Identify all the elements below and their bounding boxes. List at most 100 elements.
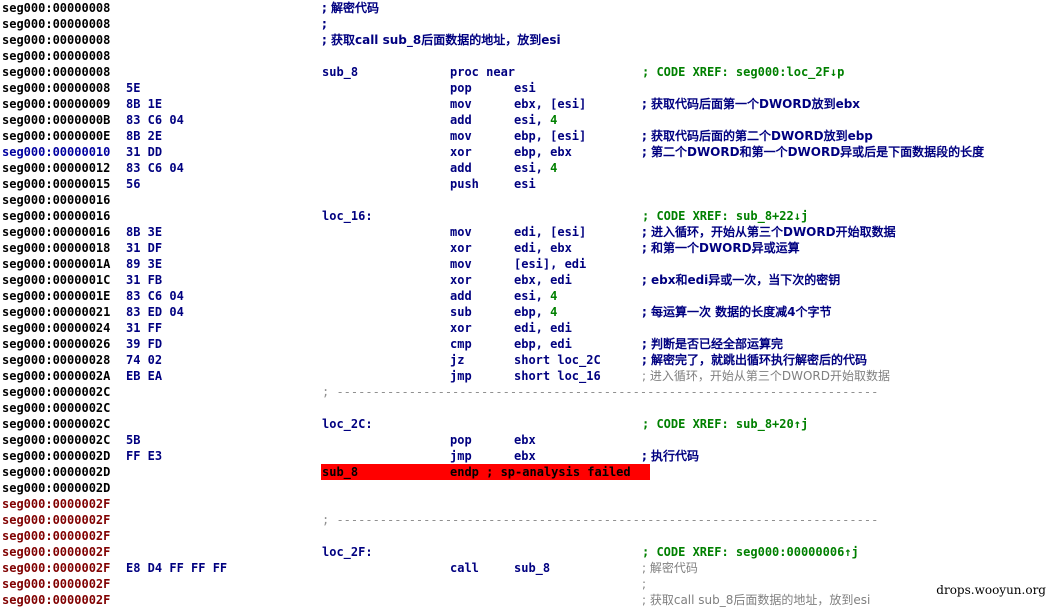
listing-line[interactable]: seg000:00000024 31 FF xor edi, edi — [0, 320, 1050, 336]
line-address[interactable]: seg000:0000002F — [2, 560, 110, 576]
mnemonic[interactable]: pop — [450, 80, 472, 96]
operands[interactable]: esi, 4 — [514, 160, 557, 176]
operands[interactable]: ebx — [514, 432, 536, 448]
code-label[interactable]: loc_2F: — [322, 544, 373, 560]
line-address[interactable]: seg000:00000028 — [2, 352, 110, 368]
listing-line[interactable]: seg000:0000002F; — [0, 576, 1050, 592]
listing-line[interactable]: seg000:00000015 56 push esi — [0, 176, 1050, 192]
listing-line[interactable]: seg000:0000002D sub_8 endp ; sp-analysis f… — [0, 464, 1050, 480]
listing-line[interactable]: seg000:0000002C loc_2C: ; CODE XREF: sub_8… — [0, 416, 1050, 432]
operands[interactable]: ebp, edi — [514, 336, 572, 352]
listing-line[interactable]: seg000:0000002F E8 D4 FF FF FF call sub_8 ; … — [0, 560, 1050, 576]
line-address[interactable]: seg000:0000000B — [2, 112, 110, 128]
line-address[interactable]: seg000:00000016 — [2, 208, 110, 224]
operands[interactable]: ebx, [esi] — [514, 96, 586, 112]
code-label[interactable]: sub_8 — [322, 64, 358, 80]
line-address[interactable]: seg000:00000016 — [2, 224, 110, 240]
operands[interactable]: esi — [514, 80, 536, 96]
operands[interactable]: esi — [514, 176, 536, 192]
line-address[interactable]: seg000:0000002C — [2, 416, 110, 432]
mnemonic[interactable]: xor — [450, 320, 472, 336]
line-address[interactable]: seg000:0000002D — [2, 464, 110, 480]
listing-line[interactable]: seg000:0000002F ; -----------------------… — [0, 512, 1050, 528]
mnemonic[interactable]: endp ; sp-analysis failed — [450, 464, 631, 480]
code-label[interactable]: loc_2C: — [322, 416, 373, 432]
listing-line[interactable]: seg000:0000002C 5B pop ebx — [0, 432, 1050, 448]
mnemonic[interactable]: sub — [450, 304, 472, 320]
mnemonic[interactable]: xor — [450, 272, 472, 288]
listing-line[interactable]: seg000:00000016 loc_16: ; CODE XREF: sub_8… — [0, 208, 1050, 224]
listing-line[interactable]: seg000:00000026 39 FD cmp ebp, edi ; 判断是否已经全… — [0, 336, 1050, 352]
operands[interactable]: esi, 4 — [514, 288, 557, 304]
mnemonic[interactable]: proc near — [450, 64, 515, 80]
listing-line[interactable]: seg000:0000002F ; 获取call sub_8后面数据的地址，放到e… — [0, 592, 1050, 608]
line-address[interactable]: seg000:0000002C — [2, 384, 110, 400]
line-address[interactable]: seg000:0000002A — [2, 368, 110, 384]
line-address[interactable]: seg000:00000009 — [2, 96, 110, 112]
listing-line[interactable]: seg000:00000016 8B 3E mov edi, [esi] ; 进入循环，… — [0, 224, 1050, 240]
operands[interactable]: edi, edi — [514, 320, 572, 336]
mnemonic[interactable]: xor — [450, 240, 472, 256]
line-address[interactable]: seg000:0000002C — [2, 432, 110, 448]
line-address[interactable]: seg000:0000002D — [2, 448, 110, 464]
listing-line[interactable]: seg000:00000008 — [0, 48, 1050, 64]
mnemonic[interactable]: push — [450, 176, 479, 192]
listing-line[interactable]: seg000:0000001E 83 C6 04 add esi, 4 — [0, 288, 1050, 304]
listing-line[interactable]: seg000:00000028 74 02 jz short loc_2C ; 解密完了… — [0, 352, 1050, 368]
line-address[interactable]: seg000:00000010 — [2, 144, 110, 160]
line-address[interactable]: seg000:0000001E — [2, 288, 110, 304]
operands[interactable]: edi, ebx — [514, 240, 572, 256]
listing-line[interactable]: seg000:0000000E 8B 2E mov ebp, [esi] ; 获取代码后… — [0, 128, 1050, 144]
line-address[interactable]: seg000:00000008 — [2, 48, 110, 64]
mnemonic[interactable]: add — [450, 288, 472, 304]
operands[interactable]: esi, 4 — [514, 112, 557, 128]
listing-line[interactable]: seg000:0000002C — [0, 400, 1050, 416]
mnemonic[interactable]: mov — [450, 128, 472, 144]
listing-line[interactable]: seg000:0000002D — [0, 480, 1050, 496]
listing-line[interactable]: seg000:00000012 83 C6 04 add esi, 4 — [0, 160, 1050, 176]
line-address[interactable]: seg000:00000008 — [2, 64, 110, 80]
operands[interactable]: [esi], edi — [514, 256, 586, 272]
line-address[interactable]: seg000:0000002F — [2, 544, 110, 560]
line-address[interactable]: seg000:00000015 — [2, 176, 110, 192]
line-address[interactable]: seg000:00000008 — [2, 32, 110, 48]
line-address[interactable]: seg000:00000026 — [2, 336, 110, 352]
operands[interactable]: ebp, [esi] — [514, 128, 586, 144]
mnemonic[interactable]: add — [450, 160, 472, 176]
listing-line[interactable]: seg000:00000009 8B 1E mov ebx, [esi] ; 获取代码后… — [0, 96, 1050, 112]
mnemonic[interactable]: jmp — [450, 448, 472, 464]
listing-line[interactable]: seg000:00000008; — [0, 16, 1050, 32]
listing-line[interactable]: seg000:00000010 31 DD xor ebp, ebx ; 第二个DWOR… — [0, 144, 1050, 160]
disassembly-listing[interactable]: seg000:00000008; 解密代码 seg000:00000008; seg… — [0, 0, 1050, 607]
listing-line[interactable]: seg000:0000002C ; -----------------------… — [0, 384, 1050, 400]
mnemonic[interactable]: mov — [450, 256, 472, 272]
line-address[interactable]: seg000:00000024 — [2, 320, 110, 336]
code-label[interactable]: loc_16: — [322, 208, 373, 224]
line-address[interactable]: seg000:00000008 — [2, 80, 110, 96]
mnemonic[interactable]: cmp — [450, 336, 472, 352]
line-address[interactable]: seg000:0000000E — [2, 128, 110, 144]
mnemonic[interactable]: pop — [450, 432, 472, 448]
listing-line[interactable]: seg000:0000000B 83 C6 04 add esi, 4 — [0, 112, 1050, 128]
mnemonic[interactable]: jz — [450, 352, 464, 368]
line-address[interactable]: seg000:0000002F — [2, 512, 110, 528]
listing-line[interactable]: seg000:00000008 ; 获取call sub_8后面数据的地址，放到e… — [0, 32, 1050, 48]
mnemonic[interactable]: call — [450, 560, 479, 576]
listing-line[interactable]: seg000:0000002D FF E3 jmp ebx ; 执行代码 — [0, 448, 1050, 464]
line-address[interactable]: seg000:0000002F — [2, 528, 110, 544]
listing-line[interactable]: seg000:0000001C 31 FB xor ebx, edi ; ebx和edi… — [0, 272, 1050, 288]
listing-line[interactable]: seg000:00000016 — [0, 192, 1050, 208]
line-address[interactable]: seg000:0000001C — [2, 272, 110, 288]
mnemonic[interactable]: jmp — [450, 368, 472, 384]
line-address[interactable]: seg000:0000002C — [2, 400, 110, 416]
line-address[interactable]: seg000:00000018 — [2, 240, 110, 256]
line-address[interactable]: seg000:0000001A — [2, 256, 110, 272]
listing-line[interactable]: seg000:00000018 31 DF xor edi, ebx ; 和第一个DWO… — [0, 240, 1050, 256]
operands[interactable]: ebp, 4 — [514, 304, 557, 320]
operands[interactable]: ebx — [514, 448, 536, 464]
listing-line[interactable]: seg000:00000008 sub_8 proc near ; CODE XREF… — [0, 64, 1050, 80]
listing-line[interactable]: seg000:0000002F loc_2F: ; CODE XREF: seg00… — [0, 544, 1050, 560]
operands[interactable]: ebp, ebx — [514, 144, 572, 160]
operands[interactable]: short loc_2C — [514, 352, 601, 368]
code-label[interactable]: sub_8 — [322, 464, 358, 480]
